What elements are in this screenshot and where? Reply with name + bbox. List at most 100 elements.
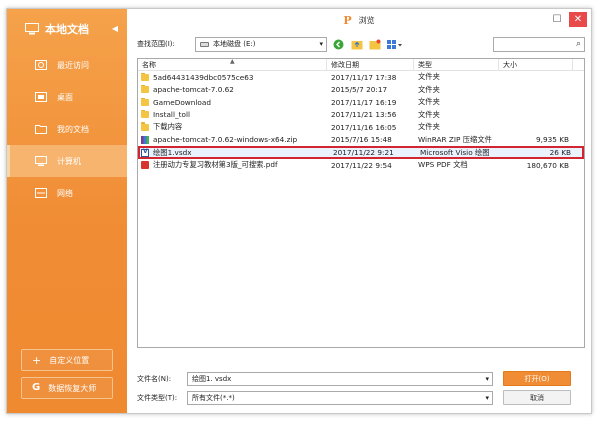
filetype-select[interactable]: 所有文件(*.*) ▾ xyxy=(187,390,493,405)
sidebar-header: 本地文档 ◀ xyxy=(7,9,127,49)
chevron-down-icon: ▾ xyxy=(485,393,489,402)
file-row[interactable]: 注册动力专复习教材第3版_可搜索.pdf 2017/11/22 9:54 WPS P… xyxy=(138,159,584,172)
computer-icon xyxy=(35,156,47,166)
file-type: WPS PDF 文档 xyxy=(418,160,468,170)
sidebar-item-desktop[interactable]: 桌面 xyxy=(7,81,127,113)
file-date: 2017/11/17 17:38 xyxy=(331,72,397,82)
filename-row: 文件名(N): 绘图1. vsdx ▾ 打开(O) xyxy=(137,371,585,386)
toolbar: 查找范围(I): 本地磁盘 (E:) ▾ ⌕ xyxy=(137,36,585,52)
file-name: apache-tomcat-7.0.62-windows-x64.zip xyxy=(153,135,298,145)
file-name-cell: 注册动力专复习教材第3版_可搜索.pdf xyxy=(138,160,327,170)
new-folder-button[interactable] xyxy=(368,38,381,51)
lookin-value: 本地磁盘 (E:) xyxy=(213,40,256,48)
my-documents-icon xyxy=(35,125,47,134)
filetype-label: 文件类型(T): xyxy=(137,393,178,402)
new-folder-icon xyxy=(369,39,380,49)
file-type: 文件夹 xyxy=(418,122,440,132)
data-recovery-button[interactable]: G 数据恢复大师 xyxy=(21,377,113,399)
recent-icon xyxy=(35,60,47,70)
cancel-button[interactable]: 取消 xyxy=(503,390,571,405)
file-type: 文件夹 xyxy=(418,84,440,94)
sidebar-item-my-documents[interactable]: 我的文档 xyxy=(7,113,127,145)
file-row[interactable]: 5ad64431439dbc0575ce63 2017/11/17 17:38 文件… xyxy=(138,71,584,84)
file-name: 注册动力专复习教材第3版_可搜索.pdf xyxy=(153,160,278,170)
file-row[interactable]: 绘图1.vsdx 2017/11/22 9:21 Microsoft Visio 绘… xyxy=(138,146,584,159)
file-date: 2015/7/16 15:48 xyxy=(331,135,392,145)
sidebar-item-network[interactable]: 网络 xyxy=(7,177,127,209)
open-button[interactable]: 打开(O) xyxy=(503,371,571,386)
file-name-cell: 绘图1.vsdx xyxy=(140,148,329,158)
back-button[interactable] xyxy=(332,38,345,51)
file-row[interactable]: apache-tomcat-7.0.62-windows-x64.zip 2015… xyxy=(138,134,584,147)
sidebar-item-recent[interactable]: 最近访问 xyxy=(7,49,127,81)
drive-icon xyxy=(200,41,209,47)
column-header-size[interactable]: 大小 xyxy=(499,59,573,70)
filename-input[interactable]: 绘图1. vsdx ▾ xyxy=(187,371,493,386)
custom-location-label: 自定义位置 xyxy=(49,355,90,365)
filename-value: 绘图1. vsdx xyxy=(192,374,232,383)
plus-icon: + xyxy=(32,353,42,367)
file-size: 180,670 KB xyxy=(526,160,569,170)
column-date-label: 修改日期 xyxy=(331,61,359,69)
file-name-cell: GameDownload xyxy=(138,97,327,107)
sidebar-title: 本地文档 xyxy=(45,23,89,36)
close-button[interactable]: ✕ xyxy=(569,12,587,27)
file-name: 下载内容 xyxy=(153,122,183,132)
file-name-cell: 下载内容 xyxy=(138,122,327,132)
file-type: 文件夹 xyxy=(418,97,440,107)
lookin-dropdown[interactable]: 本地磁盘 (E:) ▾ xyxy=(195,36,327,52)
file-list-header: 名称 ▲ 修改日期 类型 大小 xyxy=(138,59,584,71)
file-size: 26 KB xyxy=(549,148,571,157)
folder-icon xyxy=(141,110,149,119)
column-header-date[interactable]: 修改日期 xyxy=(327,59,414,70)
file-row[interactable]: apache-tomcat-7.0.62 2015/5/7 20:17 文件夹 xyxy=(138,84,584,97)
column-name-label: 名称 xyxy=(142,61,156,69)
sidebar: 本地文档 ◀ 最近访问 桌面 我的文档 计算机 网络 + 自定义位置 G 数据恢… xyxy=(7,9,127,413)
file-row[interactable]: Install_toll 2017/11/21 13:56 文件夹 xyxy=(138,109,584,122)
chevron-down-icon: ▾ xyxy=(485,374,489,383)
lookin-label: 查找范围(I): xyxy=(137,40,175,48)
data-recovery-label: 数据恢复大师 xyxy=(48,383,97,393)
filetype-row: 文件类型(T): 所有文件(*.*) ▾ 取消 xyxy=(137,390,585,405)
file-name-cell: apache-tomcat-7.0.62 xyxy=(138,85,327,94)
file-open-dialog: 本地文档 ◀ 最近访问 桌面 我的文档 计算机 网络 + 自定义位置 G 数据恢… xyxy=(6,8,592,414)
column-header-type[interactable]: 类型 xyxy=(414,59,499,70)
footer: 文件名(N): 绘图1. vsdx ▾ 打开(O) 文件类型(T): 所有文件(… xyxy=(137,371,585,409)
sidebar-item-computer[interactable]: 计算机 xyxy=(7,145,127,177)
maximize-button[interactable]: ☐ xyxy=(549,12,565,27)
up-folder-button[interactable] xyxy=(350,38,363,51)
visio-icon xyxy=(141,148,149,157)
file-date: 2017/11/22 9:21 xyxy=(333,148,394,157)
recovery-icon: G xyxy=(32,382,41,393)
file-list: 名称 ▲ 修改日期 类型 大小 5ad64431439dbc0575ce63 20… xyxy=(137,58,585,348)
filetype-value: 所有文件(*.*) xyxy=(192,393,235,402)
file-name: GameDownload xyxy=(153,97,211,107)
file-date: 2015/5/7 20:17 xyxy=(331,85,388,95)
folder-icon xyxy=(141,122,149,131)
search-input[interactable]: ⌕ xyxy=(493,36,585,52)
file-type: 文件夹 xyxy=(418,109,440,119)
file-date: 2017/11/17 16:19 xyxy=(331,97,397,107)
file-row[interactable]: 下载内容 2017/11/16 16:05 文件夹 xyxy=(138,121,584,134)
main-panel: P 浏览 ☐ ✕ 查找范围(I): 本地磁盘 (E:) ▾ ⌕ 名称 ▲ 修改日… xyxy=(127,9,591,413)
file-type: WinRAR ZIP 压缩文件 xyxy=(418,134,492,144)
window-title: 浏览 xyxy=(358,15,375,25)
column-type-label: 类型 xyxy=(418,61,432,69)
desktop-icon xyxy=(35,92,47,102)
folder-icon xyxy=(141,85,149,94)
filename-label: 文件名(N): xyxy=(137,374,172,383)
title-bar: P 浏览 ☐ ✕ xyxy=(127,9,591,31)
custom-location-button[interactable]: + 自定义位置 xyxy=(21,349,113,371)
zip-icon xyxy=(141,135,149,144)
network-icon xyxy=(35,188,47,198)
file-row[interactable]: GameDownload 2017/11/17 16:19 文件夹 xyxy=(138,96,584,109)
local-docs-icon xyxy=(25,23,39,35)
view-menu-button[interactable] xyxy=(386,38,404,51)
sidebar-item-label: 桌面 xyxy=(57,92,73,102)
file-name: apache-tomcat-7.0.62 xyxy=(153,85,234,95)
column-header-name[interactable]: 名称 ▲ xyxy=(138,59,327,70)
search-icon: ⌕ xyxy=(575,38,581,49)
collapse-sidebar-icon[interactable]: ◀ xyxy=(112,24,118,33)
file-date: 2017/11/16 16:05 xyxy=(331,122,397,132)
chevron-down-icon: ▾ xyxy=(319,39,323,48)
